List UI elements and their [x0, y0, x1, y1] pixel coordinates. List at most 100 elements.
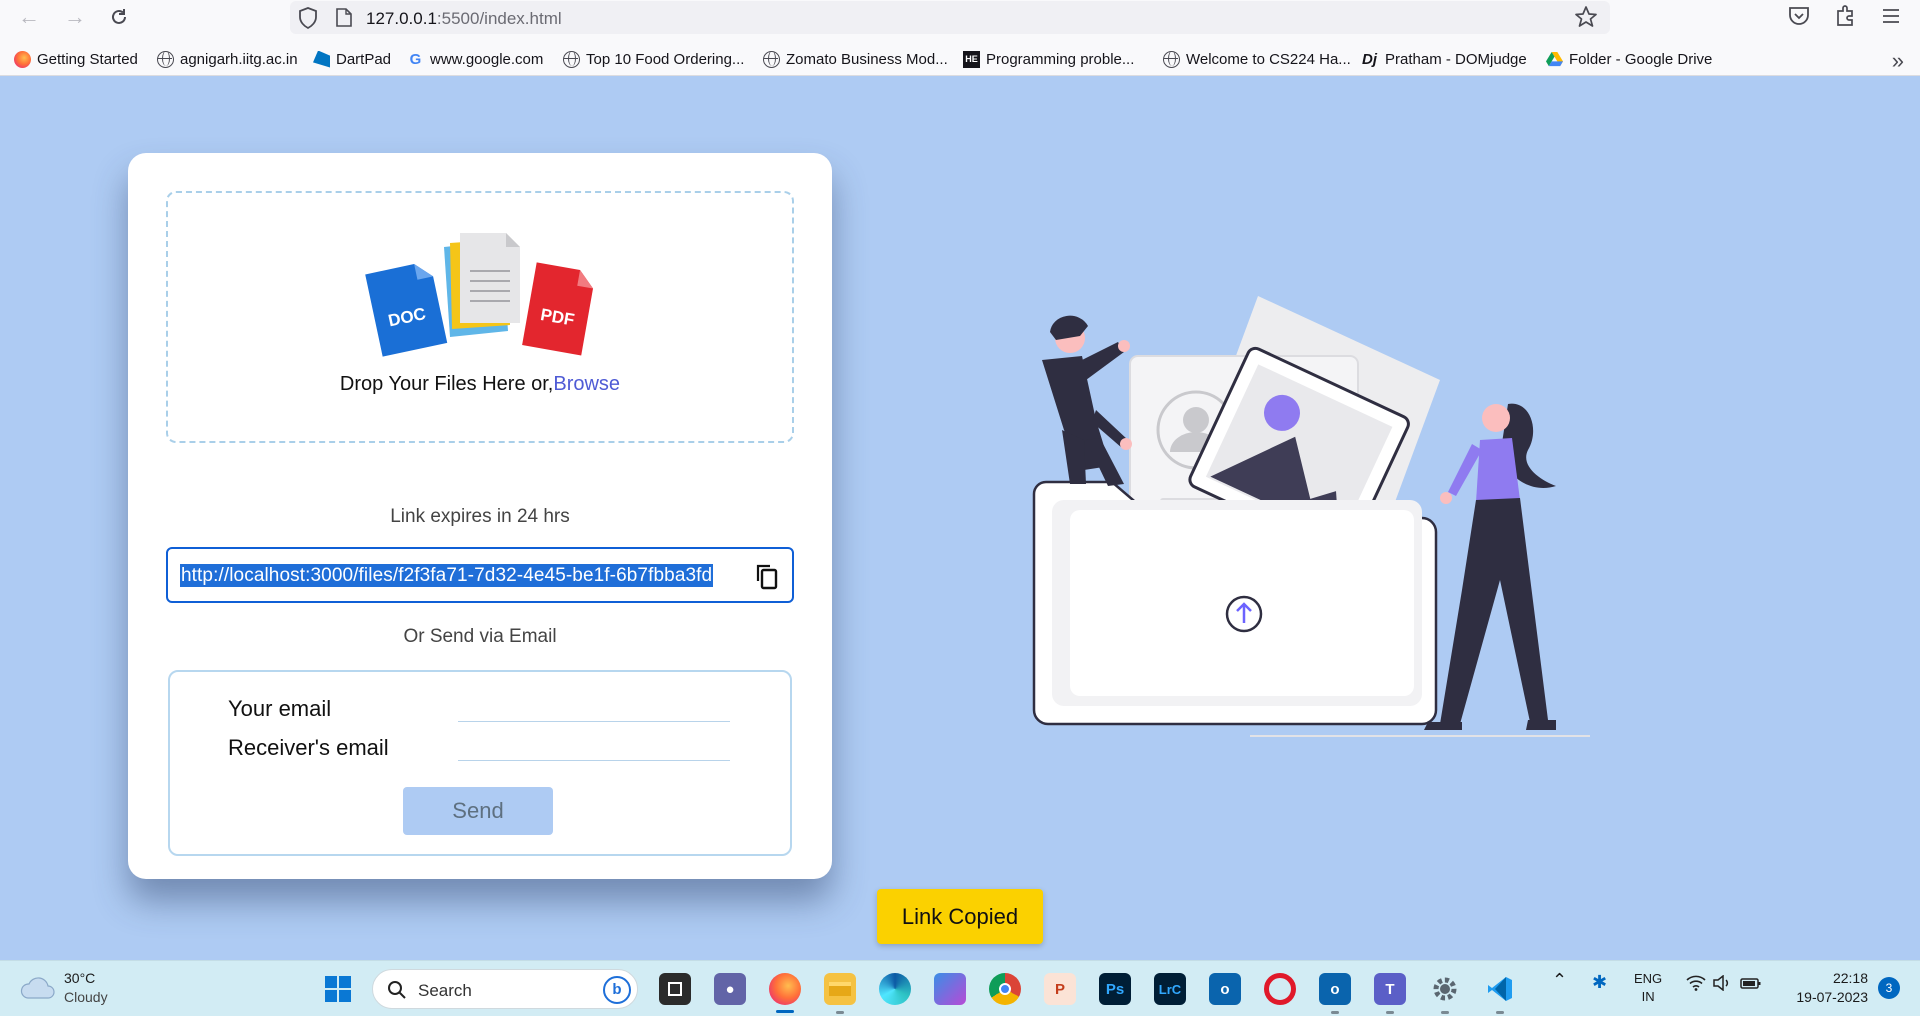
your-email-label: Your email [228, 696, 332, 721]
opera-icon[interactable] [1264, 973, 1296, 1005]
pocket-icon[interactable] [1786, 3, 1812, 29]
browser-toolbar: ← → 127.0.0.1:5500/index.html Getting St… [0, 0, 1920, 76]
globe-icon [1163, 50, 1180, 68]
email-form: Your email Receiver's email Send [168, 670, 792, 856]
globe-icon [763, 50, 780, 68]
weather-widget[interactable]: 30°C Cloudy [20, 969, 108, 1007]
google-drive-icon [1546, 51, 1563, 66]
dart-icon [313, 50, 330, 68]
forward-arrow-icon[interactable]: → [60, 2, 90, 32]
bookmark-cs224[interactable]: Welcome to CS224 Ha... [1163, 48, 1351, 70]
wifi-icon[interactable] [1686, 975, 1706, 996]
bookmark-google[interactable]: G www.google.com [407, 48, 544, 70]
outlook-running-indicator [1331, 1011, 1339, 1014]
bookmark-dartpad[interactable]: DartPad [313, 48, 391, 70]
bing-icon[interactable]: b [603, 976, 631, 1004]
photoshop-icon[interactable]: Ps [1099, 973, 1131, 1005]
reload-icon[interactable] [104, 2, 134, 32]
bookmark-label: Getting Started [37, 50, 138, 68]
receiver-email-input[interactable] [458, 735, 730, 761]
bookmarks-overflow-icon[interactable]: » [1892, 48, 1904, 74]
bookmark-top-10-food[interactable]: Top 10 Food Ordering... [563, 48, 744, 70]
woman-figure [1424, 403, 1556, 730]
outlook-pre-icon[interactable]: o [1319, 973, 1351, 1005]
bookmark-zomato[interactable]: Zomato Business Mod... [763, 48, 948, 70]
bookmark-label: agnigarh.iitg.ac.in [180, 50, 298, 68]
system-clock[interactable]: 22:18 19-07-2023 [1796, 969, 1868, 1007]
firefox-icon [14, 50, 31, 68]
url-host: 127.0.0.1 [366, 9, 437, 28]
share-link-text[interactable]: http://localhost:3000/files/f2f3fa71-7d3… [180, 564, 714, 587]
document-stack-icon [444, 233, 520, 337]
upload-illustration [1032, 296, 1590, 737]
upload-card: DOC PDF Drop Your Files Here or,Browse L… [128, 153, 832, 879]
teams-running-indicator [1386, 1011, 1394, 1014]
clock-time: 22:18 [1832, 970, 1868, 986]
firefox-active-indicator [776, 1010, 794, 1013]
edge-icon[interactable] [879, 973, 911, 1005]
copilot-icon[interactable] [934, 973, 966, 1005]
task-view-icon[interactable] [659, 973, 691, 1005]
bluetooth-icon[interactable]: ✱ [1592, 973, 1607, 991]
firefox-taskbar-icon[interactable] [769, 973, 801, 1005]
vscode-icon[interactable] [1484, 973, 1516, 1005]
copy-icon[interactable] [754, 563, 780, 591]
bookmark-agnigarh[interactable]: agnigarh.iitg.ac.in [157, 48, 298, 70]
bookmark-star-icon[interactable] [1574, 5, 1598, 29]
windows-taskbar: 30°C Cloudy Search b ● P Ps LrC o o T ⌃ … [0, 960, 1920, 1016]
address-bar[interactable]: 127.0.0.1:5500/index.html [290, 1, 1610, 34]
language-indicator[interactable]: ENG IN [1634, 970, 1662, 1006]
url-text[interactable]: 127.0.0.1:5500/index.html [366, 9, 562, 29]
shield-icon[interactable] [298, 7, 318, 29]
bookmark-label: Folder - Google Drive [1569, 50, 1713, 68]
bookmark-getting-started[interactable]: Getting Started [14, 48, 138, 70]
back-arrow-icon[interactable]: ← [14, 2, 44, 32]
share-link-field[interactable]: http://localhost:3000/files/f2f3fa71-7d3… [166, 547, 794, 603]
menu-icon[interactable] [1878, 3, 1904, 29]
lightroom-classic-icon[interactable]: LrC [1154, 973, 1186, 1005]
globe-icon [563, 50, 580, 68]
link-copied-toast: Link Copied [877, 889, 1043, 944]
settings-gear-icon[interactable] [1429, 973, 1461, 1005]
bookmark-label: Top 10 Food Ordering... [586, 50, 745, 68]
teams-chat-icon[interactable]: ● [714, 973, 746, 1005]
url-path: :5500/index.html [436, 9, 562, 28]
bookmark-google-drive[interactable]: Folder - Google Drive [1546, 48, 1712, 70]
outlook-icon[interactable]: o [1209, 973, 1241, 1005]
bookmark-programming-problems[interactable]: HE Programming proble... [963, 48, 1134, 70]
extensions-icon[interactable] [1832, 3, 1858, 29]
send-button[interactable]: Send [403, 787, 553, 835]
bookmark-domjudge[interactable]: Dj Pratham - DOMjudge [1362, 48, 1527, 70]
bookmark-label: Zomato Business Mod... [786, 50, 948, 68]
browse-link[interactable]: Browse [553, 373, 620, 395]
file-explorer-icon[interactable] [824, 973, 856, 1005]
your-email-input[interactable] [458, 696, 730, 722]
pdf-file-icon: PDF [522, 262, 594, 356]
receiver-email-label: Receiver's email [228, 735, 389, 760]
cloud-icon [20, 977, 55, 999]
battery-icon[interactable] [1740, 975, 1762, 996]
chrome-icon[interactable] [989, 973, 1021, 1005]
file-drop-zone[interactable]: DOC PDF Drop Your Files Here or,Browse [166, 191, 794, 443]
domjudge-icon: Dj [1362, 50, 1377, 68]
drop-instructions: Drop Your Files Here or,Browse [168, 373, 792, 396]
globe-icon [157, 50, 174, 68]
bookmark-label: DartPad [336, 50, 392, 68]
notification-badge[interactable]: 3 [1878, 977, 1900, 999]
powerpoint-icon[interactable]: P [1044, 973, 1076, 1005]
weather-condition-text: Cloudy [64, 989, 108, 1005]
volume-icon[interactable] [1712, 974, 1732, 996]
bookmark-label: Pratham - DOMjudge [1385, 50, 1527, 68]
teams-icon[interactable]: T [1374, 973, 1406, 1005]
region-code: IN [1641, 989, 1655, 1004]
bookmarks-bar: Getting Started agnigarh.iitg.ac.in Dart… [0, 44, 1920, 74]
windows-start-icon[interactable] [322, 973, 354, 1005]
link-expiry-text: Link expires in 24 hrs [390, 506, 570, 527]
file-explorer-running-indicator [836, 1011, 844, 1014]
page-info-icon[interactable] [336, 8, 352, 27]
settings-running-indicator [1441, 1011, 1449, 1014]
doc-file-icon: DOC [365, 264, 448, 357]
show-hidden-icons-icon[interactable]: ⌃ [1552, 971, 1567, 989]
taskbar-search[interactable]: Search b [372, 969, 638, 1009]
navigation-row: ← → 127.0.0.1:5500/index.html [0, 0, 1920, 34]
